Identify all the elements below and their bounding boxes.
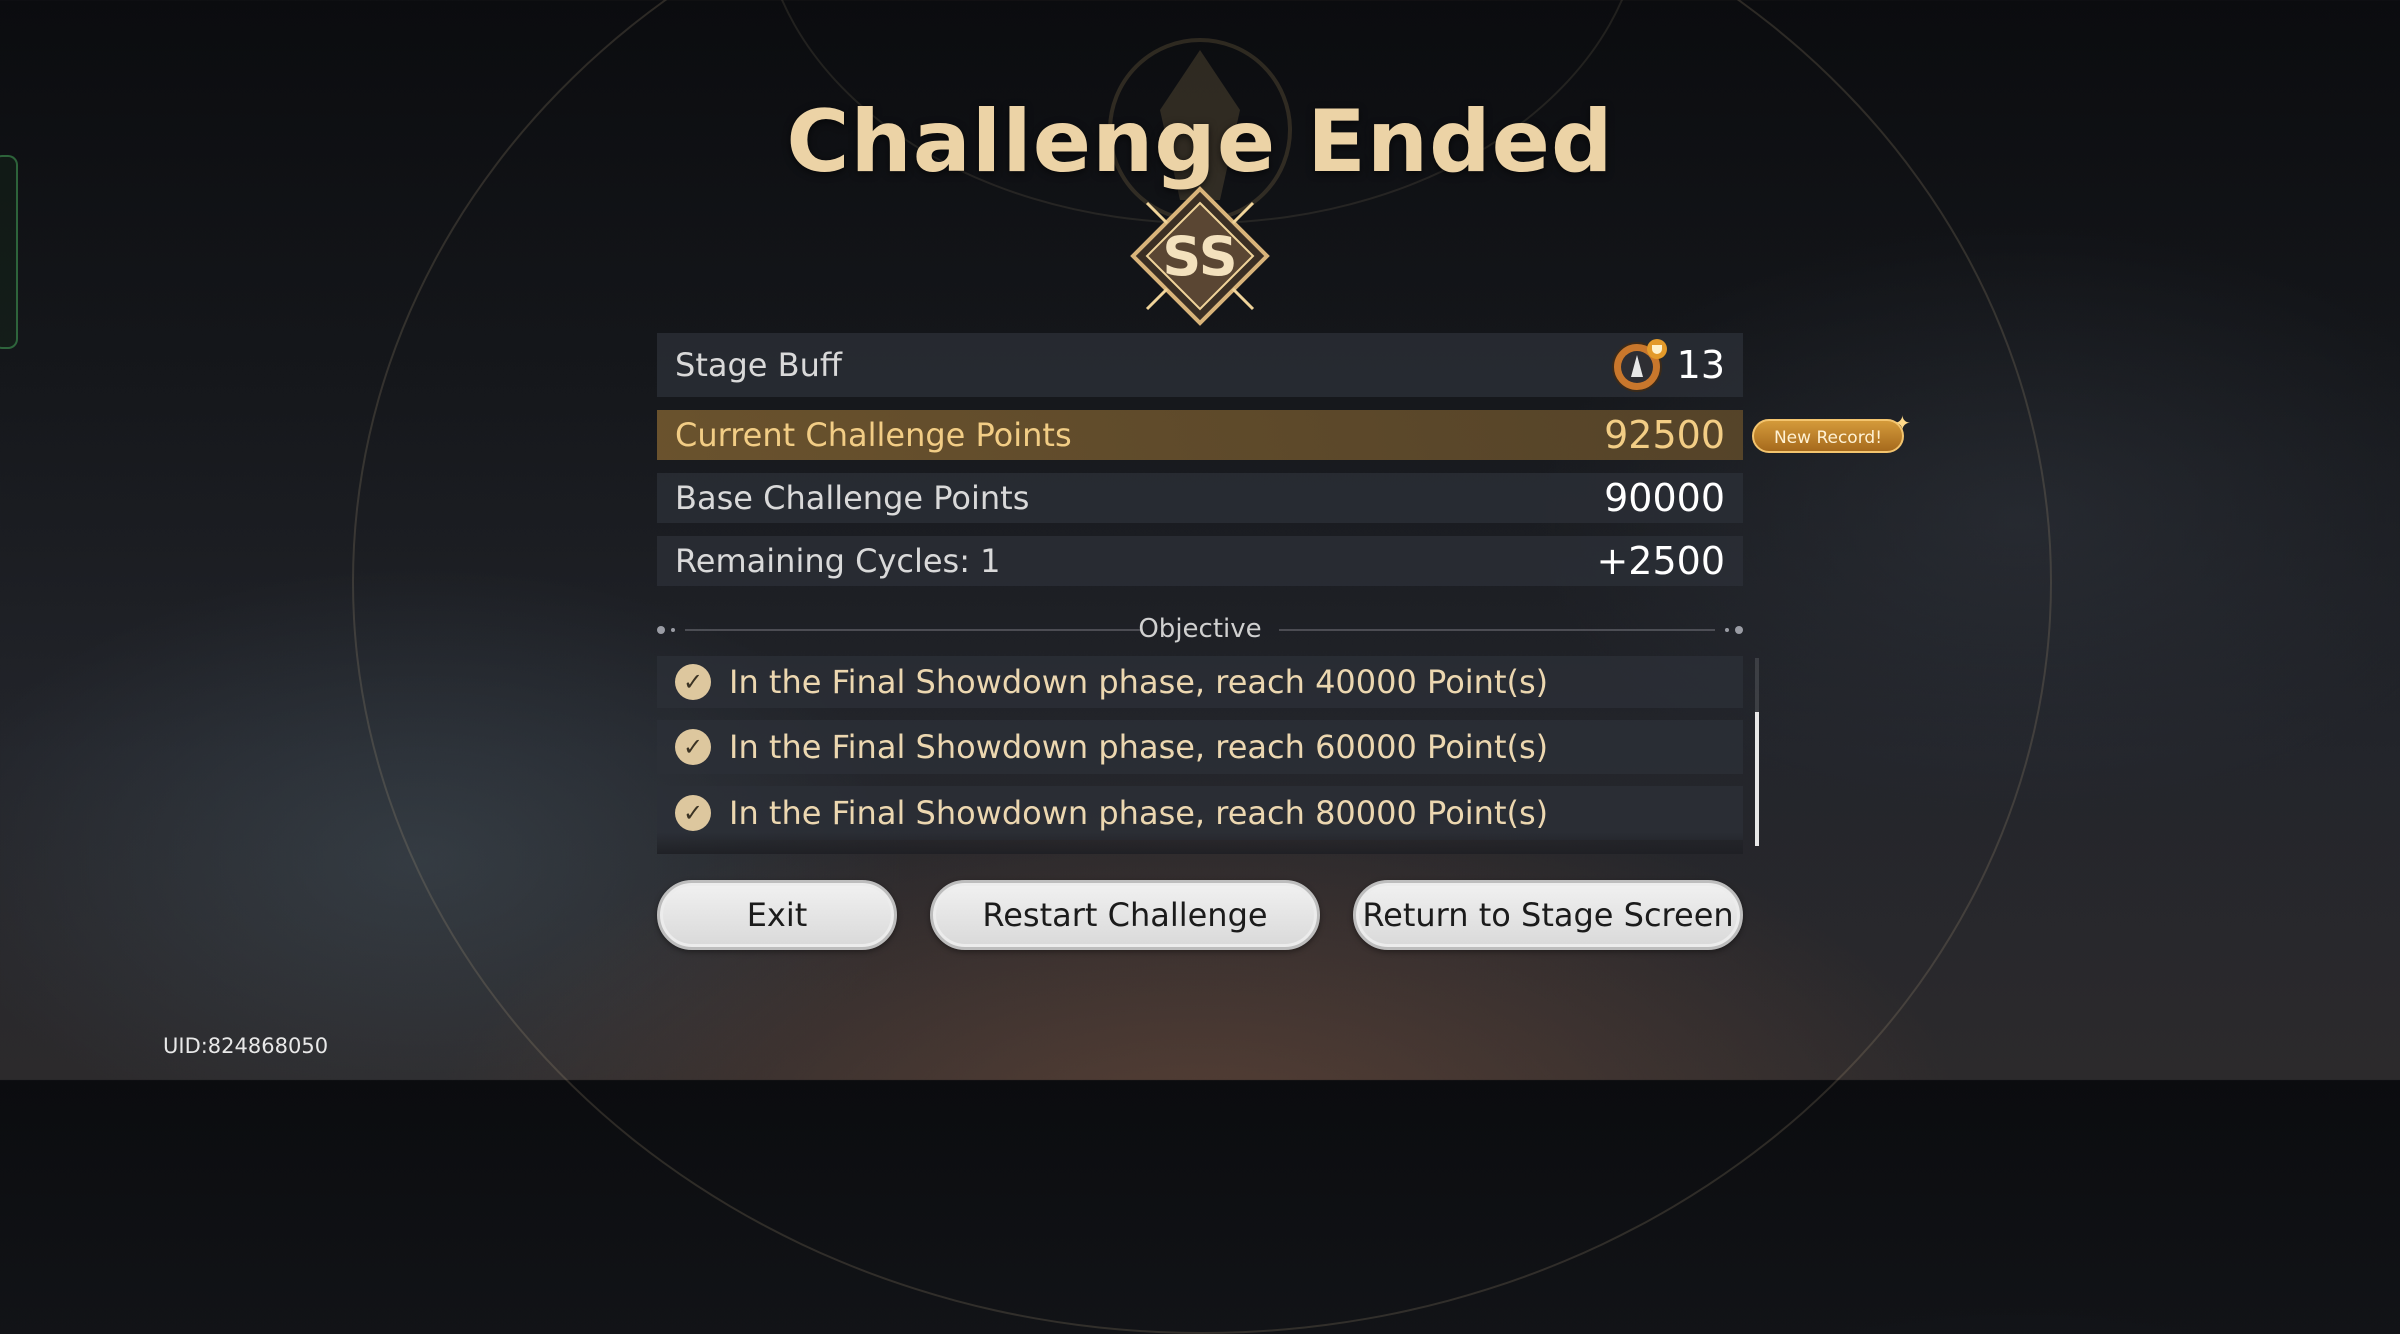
objective-scrollbar-thumb[interactable] xyxy=(1755,712,1759,846)
stage-buff-row: Stage Buff 13 xyxy=(657,333,1743,397)
remaining-cycles-label: Remaining Cycles: 1 xyxy=(675,542,1001,580)
objective-text: In the Final Showdown phase, reach 80000… xyxy=(729,794,1549,832)
new-record-badge: New Record! xyxy=(1752,419,1904,453)
uid-label: UID:824868050 xyxy=(163,1034,329,1058)
return-to-stage-button[interactable]: Return to Stage Screen xyxy=(1353,880,1743,950)
objective-text: In the Final Showdown phase, reach 60000… xyxy=(729,728,1549,766)
stage-buff-value-group: 13 xyxy=(1611,337,1725,393)
sparkle-icon: ✦ xyxy=(1894,411,1911,435)
list-fade xyxy=(657,832,1743,854)
divider-line-right xyxy=(1279,629,1715,631)
remaining-cycles-value: +2500 xyxy=(1596,539,1725,583)
objective-divider: Objective xyxy=(657,610,1743,650)
restart-challenge-button[interactable]: Restart Challenge xyxy=(930,880,1320,950)
checkmark-icon: ✓ xyxy=(675,729,711,765)
rank-emblem-icon: SS xyxy=(1130,186,1270,326)
base-points-label: Base Challenge Points xyxy=(675,479,1030,517)
rank-badge: SS xyxy=(1127,183,1273,329)
stage-buff-label: Stage Buff xyxy=(675,346,842,384)
remaining-cycles-row: Remaining Cycles: 1 +2500 xyxy=(657,536,1743,586)
buff-trophy-icon[interactable] xyxy=(1611,337,1667,393)
checkmark-icon: ✓ xyxy=(675,664,711,700)
stage-buff-value: 13 xyxy=(1676,343,1725,387)
objective-text: In the Final Showdown phase, reach 40000… xyxy=(729,663,1549,701)
current-points-label: Current Challenge Points xyxy=(675,416,1072,454)
base-points-row: Base Challenge Points 90000 xyxy=(657,473,1743,523)
divider-dot-right-inner xyxy=(1725,628,1729,632)
current-points-row: Current Challenge Points 92500 xyxy=(657,410,1743,460)
rank-text: SS xyxy=(1162,225,1237,288)
checkmark-icon: ✓ xyxy=(675,795,711,831)
current-points-value: 92500 xyxy=(1604,413,1725,457)
divider-dot-right xyxy=(1735,626,1743,634)
objective-item: ✓ In the Final Showdown phase, reach 400… xyxy=(657,656,1743,708)
objective-item: ✓ In the Final Showdown phase, reach 600… xyxy=(657,720,1743,774)
base-points-value: 90000 xyxy=(1604,476,1725,520)
page-title: Challenge Ended xyxy=(786,92,1614,192)
exit-button[interactable]: Exit xyxy=(657,880,897,950)
